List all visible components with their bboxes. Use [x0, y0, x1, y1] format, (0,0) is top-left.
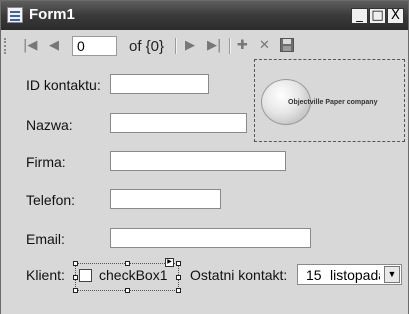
email-label: Email: — [26, 231, 65, 247]
company-logo-text: Objectville Paper company — [288, 99, 378, 106]
email-field[interactable] — [110, 228, 311, 248]
move-previous-icon[interactable]: ◀ — [49, 38, 59, 54]
resize-handle[interactable] — [176, 275, 181, 280]
resize-handle[interactable] — [176, 261, 181, 266]
binding-navigator: |◀ ◀ of {0} ▶ ▶| ✚ ✕ — [1, 30, 408, 62]
id-label: ID kontaktu: — [26, 77, 101, 93]
delete-icon[interactable]: ✕ — [259, 38, 270, 54]
date-day: 15 — [306, 267, 322, 283]
window-title: Form1 — [29, 6, 75, 23]
close-button[interactable]: X — [387, 8, 404, 24]
move-last-icon[interactable]: ▶| — [207, 38, 221, 54]
move-first-icon[interactable]: |◀ — [23, 38, 37, 54]
minimize-button[interactable]: _ — [351, 8, 368, 24]
add-new-icon[interactable]: ✚ — [237, 38, 248, 54]
title-bar[interactable]: Form1 _ □ X — [1, 1, 408, 30]
checkbox-label[interactable]: checkBox1 — [99, 267, 167, 283]
company-label: Firma: — [26, 154, 66, 170]
last-contact-datepicker[interactable]: 15 listopada ▼ — [297, 264, 402, 285]
date-month: listopada — [330, 267, 380, 283]
resize-handle[interactable] — [176, 288, 181, 293]
company-field[interactable] — [110, 151, 286, 171]
resize-handle[interactable] — [73, 288, 78, 293]
phone-field[interactable] — [110, 189, 221, 209]
name-field[interactable] — [110, 113, 247, 133]
save-icon[interactable] — [280, 38, 294, 57]
resize-handle[interactable] — [125, 261, 130, 266]
maximize-button[interactable]: □ — [369, 8, 386, 24]
toolbar-separator — [175, 38, 177, 54]
toolbar-separator — [229, 38, 231, 54]
toolbar-grip[interactable] — [4, 38, 8, 54]
client-checkbox[interactable] — [79, 269, 92, 282]
position-input[interactable] — [72, 36, 117, 56]
count-label: of {0} — [129, 38, 165, 55]
client-label: Klient: — [26, 267, 65, 283]
last-contact-label: Ostatni kontakt: — [190, 267, 288, 283]
resize-handle[interactable] — [73, 261, 78, 266]
resize-handle[interactable] — [73, 275, 78, 280]
phone-label: Telefon: — [26, 192, 76, 208]
move-next-icon[interactable]: ▶ — [185, 38, 195, 54]
id-field[interactable] — [110, 74, 209, 94]
name-label: Nazwa: — [26, 117, 73, 133]
form-window: Form1 _ □ X |◀ ◀ of {0} ▶ ▶| ✚ ✕ ID kont… — [0, 0, 409, 314]
dropdown-arrow-icon[interactable]: ▼ — [384, 266, 400, 283]
smart-tag-arrow-icon[interactable]: ▶ — [165, 258, 174, 267]
form-icon — [7, 7, 23, 23]
logo-picture-box[interactable]: Objectville Paper company — [254, 59, 405, 142]
resize-handle[interactable] — [125, 288, 130, 293]
